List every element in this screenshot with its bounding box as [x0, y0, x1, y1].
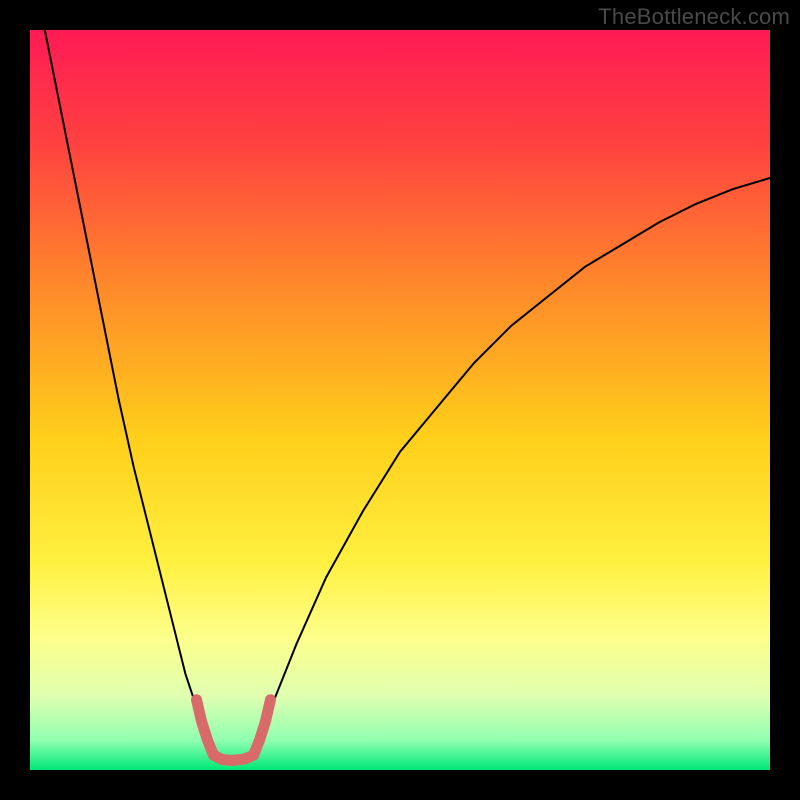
chart-background: [30, 30, 770, 770]
bottleneck-chart: [30, 30, 770, 770]
chart-frame: [30, 30, 770, 770]
watermark-text: TheBottleneck.com: [598, 4, 790, 30]
